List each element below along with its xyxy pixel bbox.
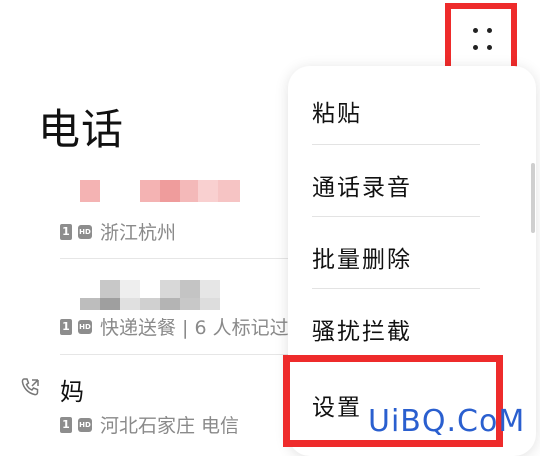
watermark-logo: UiBQ.CoM bbox=[368, 404, 526, 439]
hd-call-icon: HD bbox=[78, 224, 92, 239]
hd-call-icon: HD bbox=[78, 319, 92, 334]
contact-subtitle: 1 HD 浙江杭州 bbox=[60, 218, 176, 245]
more-options-button[interactable] bbox=[445, 3, 517, 73]
blurred-number[interactable] bbox=[80, 180, 240, 202]
page-title: 电话 bbox=[38, 105, 125, 154]
sim-1-icon: 1 bbox=[60, 416, 72, 433]
more-dot bbox=[473, 45, 478, 50]
more-dot bbox=[487, 45, 492, 50]
menu-divider bbox=[312, 216, 480, 217]
blurred-number-row2 bbox=[80, 298, 220, 310]
menu-item-batch-delete[interactable]: 批量删除 bbox=[312, 240, 482, 274]
divider bbox=[60, 354, 320, 355]
divider bbox=[60, 258, 320, 259]
contact-location: 快递送餐 | 6 人标记过 bbox=[100, 317, 289, 339]
menu-item-call-recording[interactable]: 通话录音 bbox=[312, 168, 482, 202]
more-dot bbox=[487, 28, 492, 33]
contact-location: 浙江杭州 bbox=[100, 222, 177, 244]
contact-subtitle: 1 HD 河北石家庄 电信 bbox=[60, 411, 239, 438]
menu-item-harassment-block[interactable]: 骚扰拦截 bbox=[312, 312, 482, 346]
menu-divider bbox=[312, 144, 480, 145]
sim-1-icon: 1 bbox=[60, 223, 72, 240]
menu-item-paste[interactable]: 粘贴 bbox=[312, 94, 482, 128]
menu-item-settings-label: 设置 bbox=[312, 395, 362, 421]
contact-subtitle: 1 HD 快递送餐 | 6 人标记过 bbox=[60, 313, 289, 340]
more-dot bbox=[473, 28, 478, 33]
menu-divider bbox=[312, 288, 480, 289]
hd-call-icon: HD bbox=[78, 417, 92, 432]
sim-1-icon: 1 bbox=[60, 318, 72, 335]
contact-location: 河北石家庄 电信 bbox=[100, 415, 240, 437]
scrollbar[interactable] bbox=[531, 163, 535, 233]
contact-name[interactable]: 妈 bbox=[60, 372, 84, 407]
outgoing-call-icon bbox=[21, 378, 39, 396]
